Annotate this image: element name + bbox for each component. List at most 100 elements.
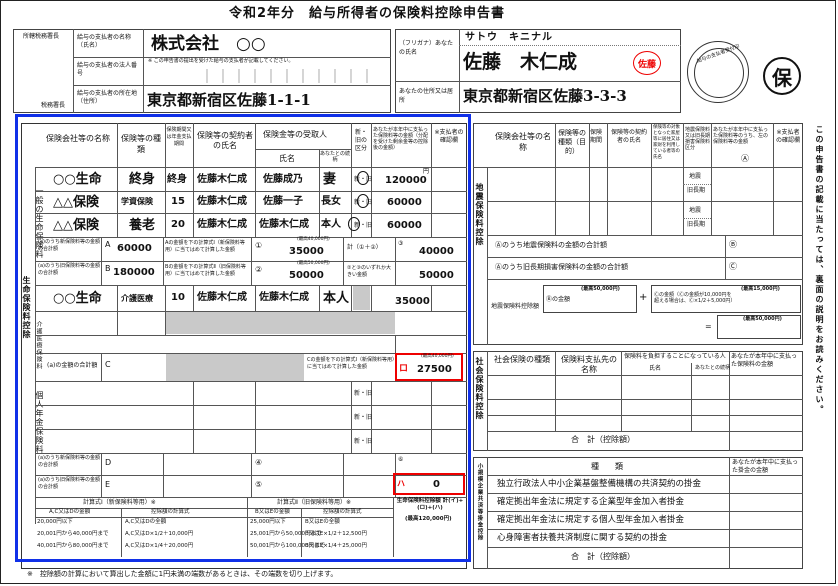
- care-contractor[interactable]: 佐藤木仁成: [197, 293, 247, 303]
- social-col-payee: 保険料支払先の名称: [561, 355, 617, 374]
- employee-address[interactable]: 東京都新宿区佐藤3-3-3: [463, 89, 627, 104]
- pension3-newold[interactable]: 新・旧: [354, 439, 372, 445]
- pension2-newold[interactable]: 新・旧: [354, 415, 372, 421]
- employer-address[interactable]: 東京都新宿区佐藤1-1-1: [147, 93, 311, 108]
- row3-company[interactable]: △△保険: [53, 219, 99, 232]
- mark-c: C: [105, 360, 111, 369]
- row3-type[interactable]: 養老: [129, 219, 155, 232]
- form-title: 令和2年分 給与所得者の保険料控除申告書: [229, 6, 506, 21]
- quake-sum-b-label: Ⓐのうち旧長期損害保険料の金額の合計額: [495, 263, 628, 271]
- col-type: 保険等の種類: [121, 134, 161, 154]
- f1-r2-range: 20,001円から40,000円まで: [37, 531, 109, 537]
- row3-period[interactable]: 20: [171, 220, 185, 230]
- row2-contractor[interactable]: 佐藤木仁成: [197, 197, 247, 207]
- row3-relation[interactable]: 本人: [321, 220, 341, 230]
- care-type[interactable]: 介護医療: [121, 295, 153, 303]
- formula-col4: 控除額の計算式: [323, 509, 362, 515]
- row2-amount[interactable]: 60000: [387, 198, 422, 208]
- row1-recipient[interactable]: 佐藤成乃: [263, 175, 303, 185]
- calc1-label: Aの金額を下の計算式Ⅰ（新保険料等用）に当てはめて計算した金額: [165, 240, 245, 253]
- row3-recipient[interactable]: 佐藤木仁成: [259, 220, 309, 230]
- equals-sign: =: [705, 322, 712, 331]
- small-col-amount: あなたが本年中に支払った掛金の金額: [732, 459, 799, 474]
- pension1-newold[interactable]: 新・旧: [354, 391, 372, 397]
- footnote: ※ 控除額の計算において算出した金額に1円未満の端数があるときは、その端数を切り…: [27, 570, 338, 578]
- care-company[interactable]: ○○生命: [53, 292, 102, 305]
- employer-number-note: ※ この申告書の提出を受けた給与の支払者が記載してください。: [148, 58, 294, 64]
- mark-a: A: [105, 240, 111, 249]
- row1-contractor[interactable]: 佐藤木仁成: [197, 175, 247, 185]
- row2-relation[interactable]: 長女: [321, 197, 341, 207]
- quake-col-target: 保険等の対象となった家屋等に居住又は家財を利用している者等の氏名: [653, 125, 680, 160]
- col-recipient: 保険金等の受取人: [263, 130, 327, 139]
- small-item-1: 独立行政法人中小企業基盤整備機構の共済契約の掛金: [497, 479, 702, 489]
- furigana-value[interactable]: サトウ キニナル: [465, 33, 553, 43]
- employer-name[interactable]: 株式会社 ○○: [151, 36, 266, 53]
- calc1-max: (最高40,000円): [297, 237, 330, 242]
- sum-a-value[interactable]: 60000: [117, 244, 152, 254]
- row2-company[interactable]: △△保険: [53, 196, 99, 209]
- quake2-kind-quake[interactable]: 地震: [689, 208, 701, 214]
- social-col-type: 社会保険の種類: [494, 355, 550, 364]
- mark-e: E: [105, 480, 111, 489]
- life-total-label: 生命保険料控除額 計(イ)+(ロ)+(ハ): [396, 498, 464, 511]
- total12-value[interactable]: 40000: [419, 247, 454, 257]
- ro-value[interactable]: 27500: [417, 365, 452, 375]
- col-recipient-name: 氏名: [279, 154, 295, 163]
- sum-d-label: (a)のうち新保険料等の金額の合計額: [38, 455, 100, 468]
- row1-company[interactable]: ○○生命: [53, 173, 102, 186]
- calc2-value[interactable]: 50000: [289, 271, 324, 281]
- pension-label: 個人年金保険料: [35, 391, 44, 454]
- sum-b-value[interactable]: 180000: [113, 268, 155, 278]
- employer-address-label: 給与の支払者の所在地（住所）: [77, 90, 138, 105]
- care-relation[interactable]: 本人: [323, 292, 349, 305]
- employer-number-cells[interactable]: [191, 67, 387, 83]
- quake-c-formula: Ⓒの金額（Ⓒの金額が10,000円を超える場合は、Ⓒ×1/2＋5,000円）: [654, 292, 736, 304]
- f2-r1-range: 25,000円以下: [250, 519, 286, 525]
- row3-contractor[interactable]: 佐藤木仁成: [197, 220, 247, 230]
- quake2-kind-old[interactable]: 旧長期: [687, 222, 705, 228]
- quake-col-kind: 地震保険料又は旧長期損害保険料区分: [685, 127, 711, 151]
- mark-4: ④: [255, 458, 263, 467]
- life-section-title: 生命保険料控除: [22, 276, 31, 339]
- deduction-form: 令和2年分 給与所得者の保険料控除申告書 所轄税務署長 税務署長 給与の支払者の…: [0, 0, 836, 584]
- row1-amount[interactable]: 120000: [385, 176, 427, 186]
- formula1-title: 計算式Ⅰ（新保険料等用）※: [83, 499, 156, 506]
- calc2-label: Bの金額を下の計算式Ⅱ（旧保険料等用）に当てはめて計算した金額: [165, 264, 246, 277]
- quake-b-max: (最高50,000円): [581, 286, 620, 292]
- row3-amount[interactable]: 60000: [387, 221, 422, 231]
- row1-yen: 円: [423, 168, 430, 175]
- tax-office-bottom: 税務署長: [41, 102, 66, 109]
- row2-period[interactable]: 15: [171, 197, 185, 207]
- quake1-kind-old[interactable]: 旧長期: [687, 188, 705, 194]
- col-company: 保険会社等の名称: [46, 134, 110, 143]
- bigger-value[interactable]: 50000: [419, 271, 454, 281]
- col-confirm: ※支払者の確認欄: [434, 129, 464, 144]
- care-recipient[interactable]: 佐藤木仁成: [259, 293, 309, 303]
- calc1-value[interactable]: 35000: [289, 247, 324, 257]
- furigana-label: （フリガナ）あなたの氏名: [399, 40, 454, 56]
- employee-name[interactable]: 佐藤 木仁成: [463, 53, 577, 72]
- social-total: 合 計（控除額）: [571, 435, 635, 444]
- f1-r3-formula: A,C又はD×1/4＋20,000円: [125, 543, 194, 549]
- sum-e-label: (a)のうち旧保険料等の金額の合計額: [38, 477, 100, 490]
- row1-period[interactable]: 終身: [167, 175, 187, 185]
- quake1-kind-quake[interactable]: 地震: [689, 174, 701, 180]
- row1-relation[interactable]: 妻: [323, 173, 336, 186]
- row1-type[interactable]: 終身: [129, 173, 155, 186]
- row2-type[interactable]: 学資保険: [121, 198, 153, 206]
- employer-name-label: 給与の支払者の名称（氏名）: [77, 34, 132, 49]
- mark-1: ①: [255, 241, 263, 250]
- f1-r2-formula: A,C又はD×1/2＋10,000円: [125, 531, 194, 537]
- employer-number-label: 給与の支払者の法人番号: [77, 62, 138, 77]
- row3-old-circle: [348, 217, 360, 231]
- care-amount[interactable]: 35000: [395, 297, 430, 307]
- care-calc-label: Cの金額を下の計算式Ⅰ（新保険料等用）に当てはめて計算した金額: [307, 357, 395, 370]
- care-period[interactable]: 10: [171, 293, 185, 303]
- quake-mark-a: Ⓐ: [741, 154, 749, 163]
- row2-recipient[interactable]: 佐藤一子: [263, 197, 303, 207]
- ro-max: (最高40,000円): [421, 354, 454, 359]
- care-shaded-area: [166, 312, 395, 334]
- col-amount: あなたが本年中に支払った保険料等の金額（分配を受けた剰余金等の控除後の金額）: [373, 127, 429, 151]
- ha-value[interactable]: 0: [433, 480, 440, 490]
